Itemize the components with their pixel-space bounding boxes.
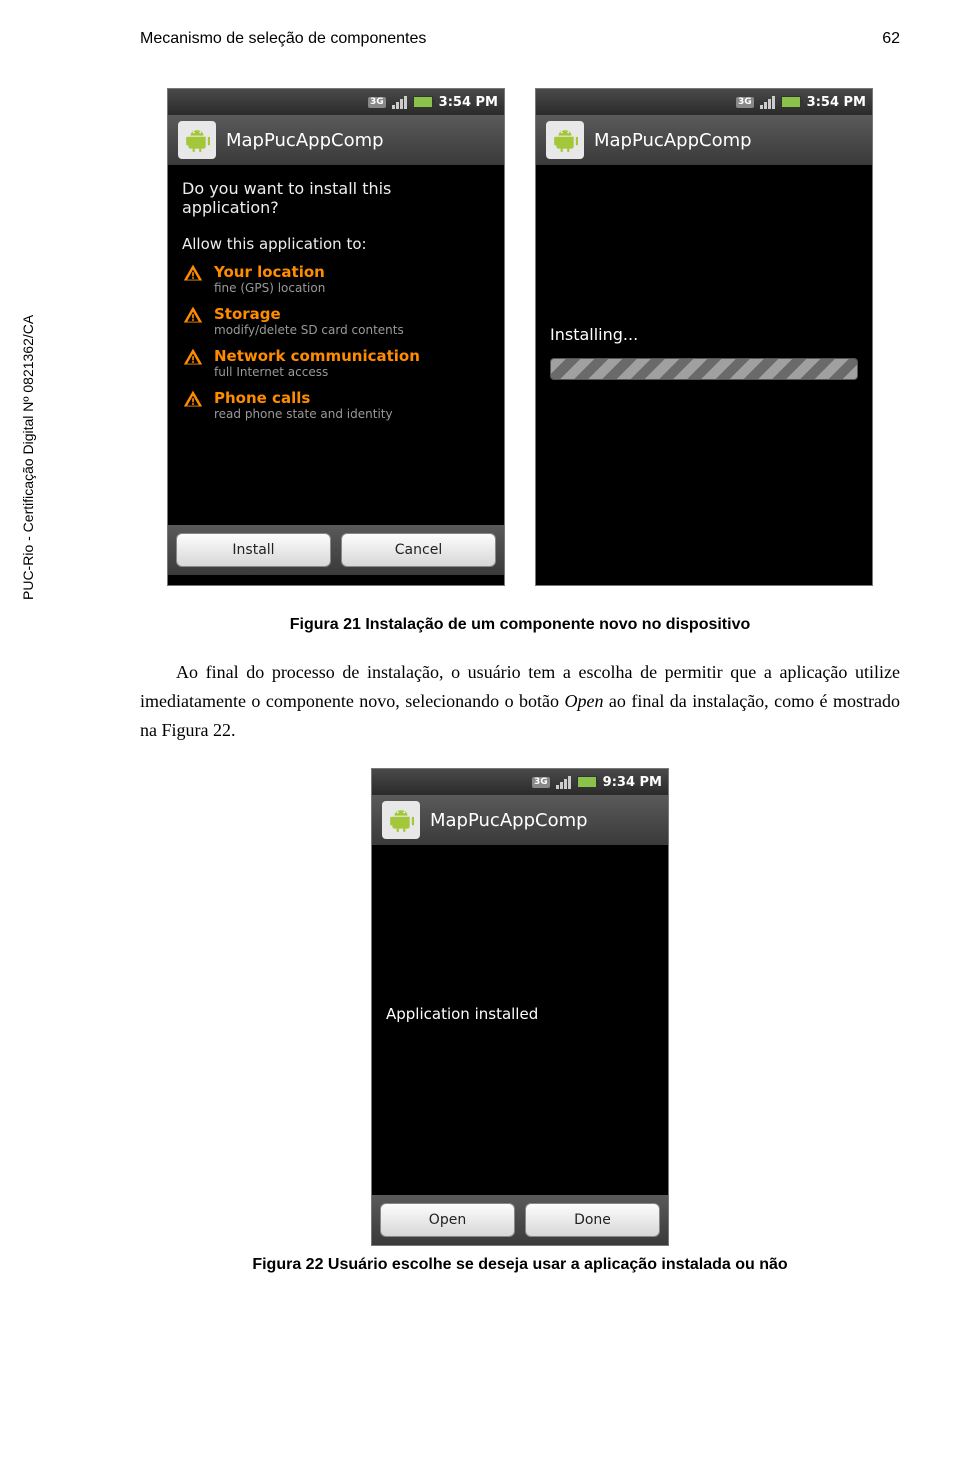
warning-icon <box>182 305 204 325</box>
button-bar: Install Cancel <box>168 525 504 575</box>
signal-icon <box>392 95 407 109</box>
perm-title: Network communication <box>214 347 420 365</box>
permission-location: Your location fine (GPS) location <box>182 263 490 295</box>
install-button[interactable]: Install <box>176 533 331 567</box>
figure-ref: Figura 22 <box>162 720 232 740</box>
app-name: MapPucAppComp <box>430 810 588 831</box>
warning-icon <box>182 347 204 367</box>
network-3g-icon: 3G <box>368 97 386 108</box>
app-icon <box>178 121 216 159</box>
phone-installed: 3G 9:34 PM MapPucAppComp Application ins… <box>371 768 669 1246</box>
network-3g-icon: 3G <box>532 777 550 788</box>
permission-network: Network communication full Internet acce… <box>182 347 490 379</box>
app-title-bar: MapPucAppComp <box>536 115 872 165</box>
body-paragraph: Ao final do processo de instalação, o us… <box>140 658 900 744</box>
running-header: Mecanismo de seleção de componentes <box>140 30 426 48</box>
status-bar: 3G 3:54 PM <box>536 89 872 115</box>
status-bar: 3G 9:34 PM <box>372 769 668 795</box>
figure-22-caption: Figura 22 Usuário escolhe se deseja usar… <box>140 1256 900 1274</box>
app-icon <box>382 801 420 839</box>
permission-phone: Phone calls read phone state and identit… <box>182 389 490 421</box>
progress-bar <box>550 358 858 380</box>
app-name: MapPucAppComp <box>226 130 384 151</box>
clock: 3:54 PM <box>439 95 498 110</box>
open-button[interactable]: Open <box>380 1203 515 1237</box>
phone-installing: 3G 3:54 PM MapPucAppComp Installing... <box>535 88 873 586</box>
open-italic: Open <box>564 691 603 711</box>
clock: 3:54 PM <box>807 95 866 110</box>
allow-header: Allow this application to: <box>182 235 490 253</box>
button-bar: Open Done <box>372 1195 668 1245</box>
perm-sub: read phone state and identity <box>214 407 393 421</box>
perm-sub: fine (GPS) location <box>214 281 325 295</box>
network-3g-icon: 3G <box>736 97 754 108</box>
watermark-sidetext: PUC-Rio - Certificação Digital Nº 082136… <box>20 315 36 600</box>
clock: 9:34 PM <box>603 775 662 790</box>
signal-icon <box>760 95 775 109</box>
figure-21-caption: Figura 21 Instalação de um componente no… <box>140 616 900 634</box>
app-title-bar: MapPucAppComp <box>168 115 504 165</box>
signal-icon <box>556 775 571 789</box>
perm-sub: modify/delete SD card contents <box>214 323 404 337</box>
cancel-button[interactable]: Cancel <box>341 533 496 567</box>
status-bar: 3G 3:54 PM <box>168 89 504 115</box>
app-name: MapPucAppComp <box>594 130 752 151</box>
figure-21-screens: 3G 3:54 PM MapPucAppComp Do you want to … <box>140 88 900 586</box>
warning-icon <box>182 389 204 409</box>
installed-label: Application installed <box>386 1005 654 1023</box>
app-title-bar: MapPucAppComp <box>372 795 668 845</box>
battery-icon <box>781 96 801 108</box>
page-number: 62 <box>882 30 900 48</box>
perm-sub: full Internet access <box>214 365 420 379</box>
battery-icon <box>577 776 597 788</box>
warning-icon <box>182 263 204 283</box>
battery-icon <box>413 96 433 108</box>
app-icon <box>546 121 584 159</box>
phone-install-permissions: 3G 3:54 PM MapPucAppComp Do you want to … <box>167 88 505 586</box>
install-question: Do you want to install this application? <box>182 179 490 217</box>
installing-label: Installing... <box>550 325 858 344</box>
perm-title: Your location <box>214 263 325 281</box>
perm-title: Phone calls <box>214 389 393 407</box>
perm-title: Storage <box>214 305 404 323</box>
permission-storage: Storage modify/delete SD card contents <box>182 305 490 337</box>
done-button[interactable]: Done <box>525 1203 660 1237</box>
